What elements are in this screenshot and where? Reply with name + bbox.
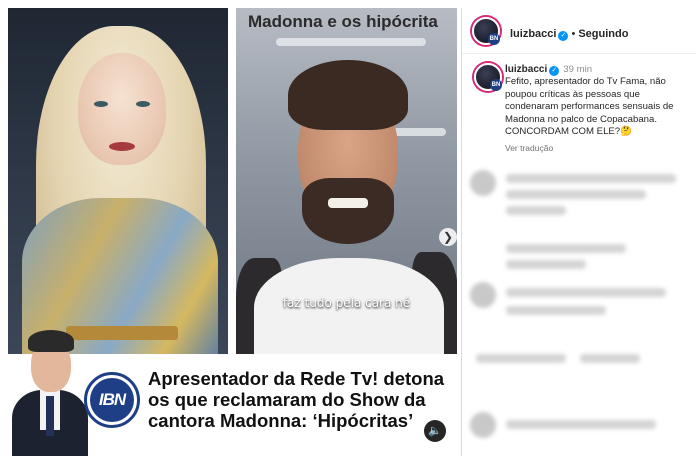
post-time: 39 min [563, 64, 593, 75]
logo-text: IBN [98, 390, 126, 409]
verified-badge-icon: ✓ [558, 31, 569, 41]
video-frame[interactable]: Madonna e os hipócrita faz tudo pela car… [236, 8, 457, 354]
blurred-comment [470, 282, 696, 332]
caption-username[interactable]: luizbacci [505, 64, 547, 75]
blurred-comment [470, 170, 696, 230]
translate-link[interactable]: Ver tradução [505, 143, 553, 153]
video-subtitle: faz tudo pela cara né [282, 296, 411, 310]
blurred-comment [470, 348, 696, 388]
caption-text: Fefito, apresentador do Tv Fama, não pou… [505, 76, 674, 138]
madonna-photo [8, 8, 228, 354]
blurred-comment [470, 240, 696, 280]
presenter-photo [12, 330, 88, 456]
post-header: BN luizbacci ✓ • Seguindo [462, 8, 696, 54]
news-headline: Apresentador da Rede Tv! detona os que r… [148, 368, 445, 431]
blurred-comment [470, 412, 696, 452]
separator-dot: • [571, 28, 576, 40]
avatar[interactable]: BN [472, 17, 500, 45]
header-username[interactable]: luizbacci [510, 28, 556, 40]
caption-avatar[interactable]: BN [474, 63, 502, 91]
following-button[interactable]: Seguindo [578, 28, 628, 40]
post-caption: luizbacci ✓ 39 min Fefito, apresentador do… [505, 64, 695, 138]
video-overlay-title: Madonna e os hipócrita [248, 12, 438, 31]
chevron-right-icon[interactable]: ❯ [439, 228, 457, 246]
verified-badge-icon: ✓ [549, 66, 560, 76]
speaker-icon[interactable]: 🔈 [424, 420, 446, 442]
ibn-logo: IBN [84, 372, 140, 428]
